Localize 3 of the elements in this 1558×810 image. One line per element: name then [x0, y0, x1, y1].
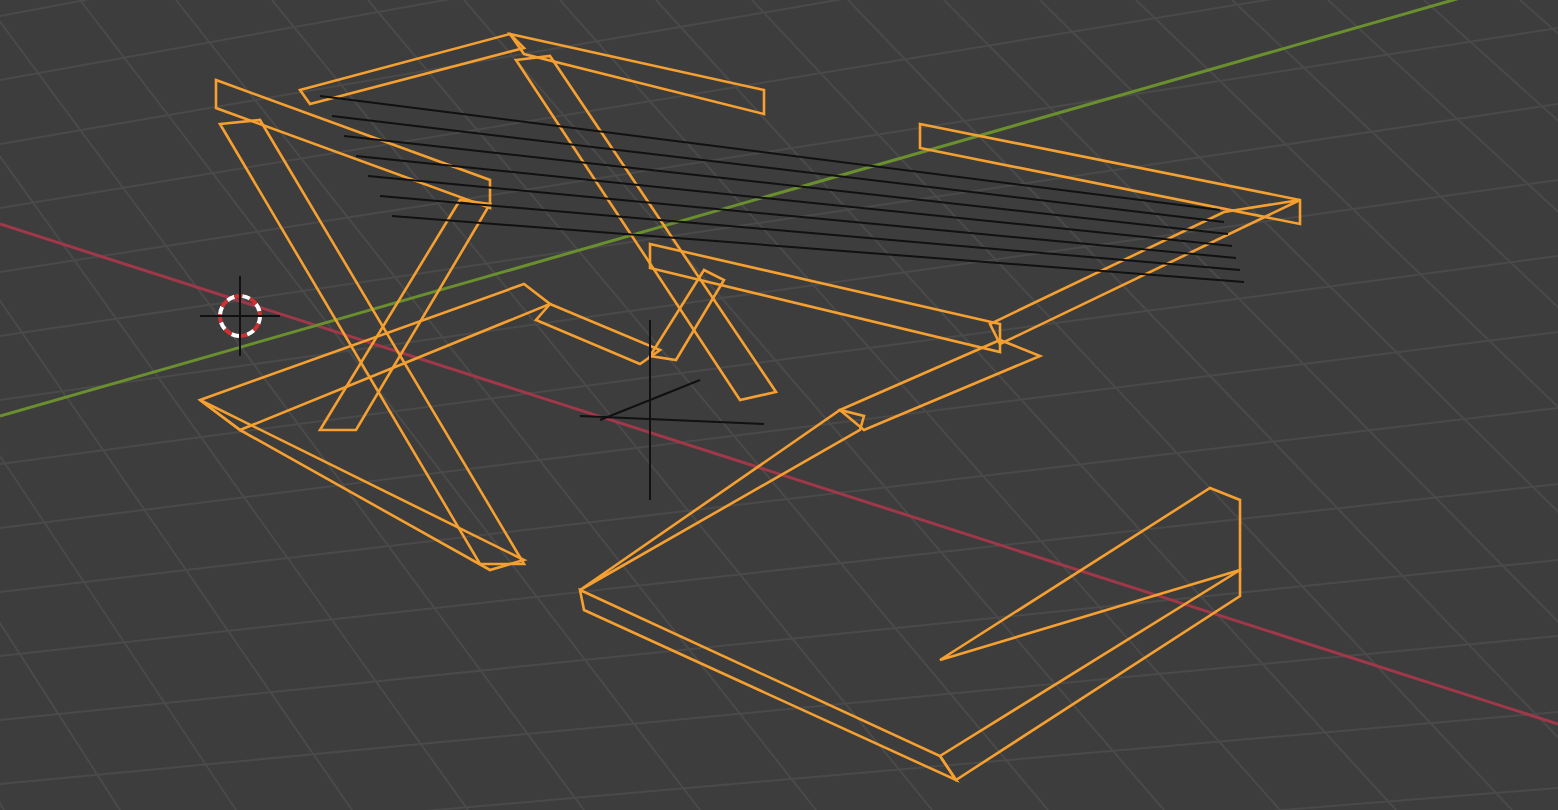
3d-cursor-icon [199, 275, 281, 357]
3d-viewport[interactable] [0, 0, 1558, 810]
origin-axes-icon [579, 319, 765, 501]
